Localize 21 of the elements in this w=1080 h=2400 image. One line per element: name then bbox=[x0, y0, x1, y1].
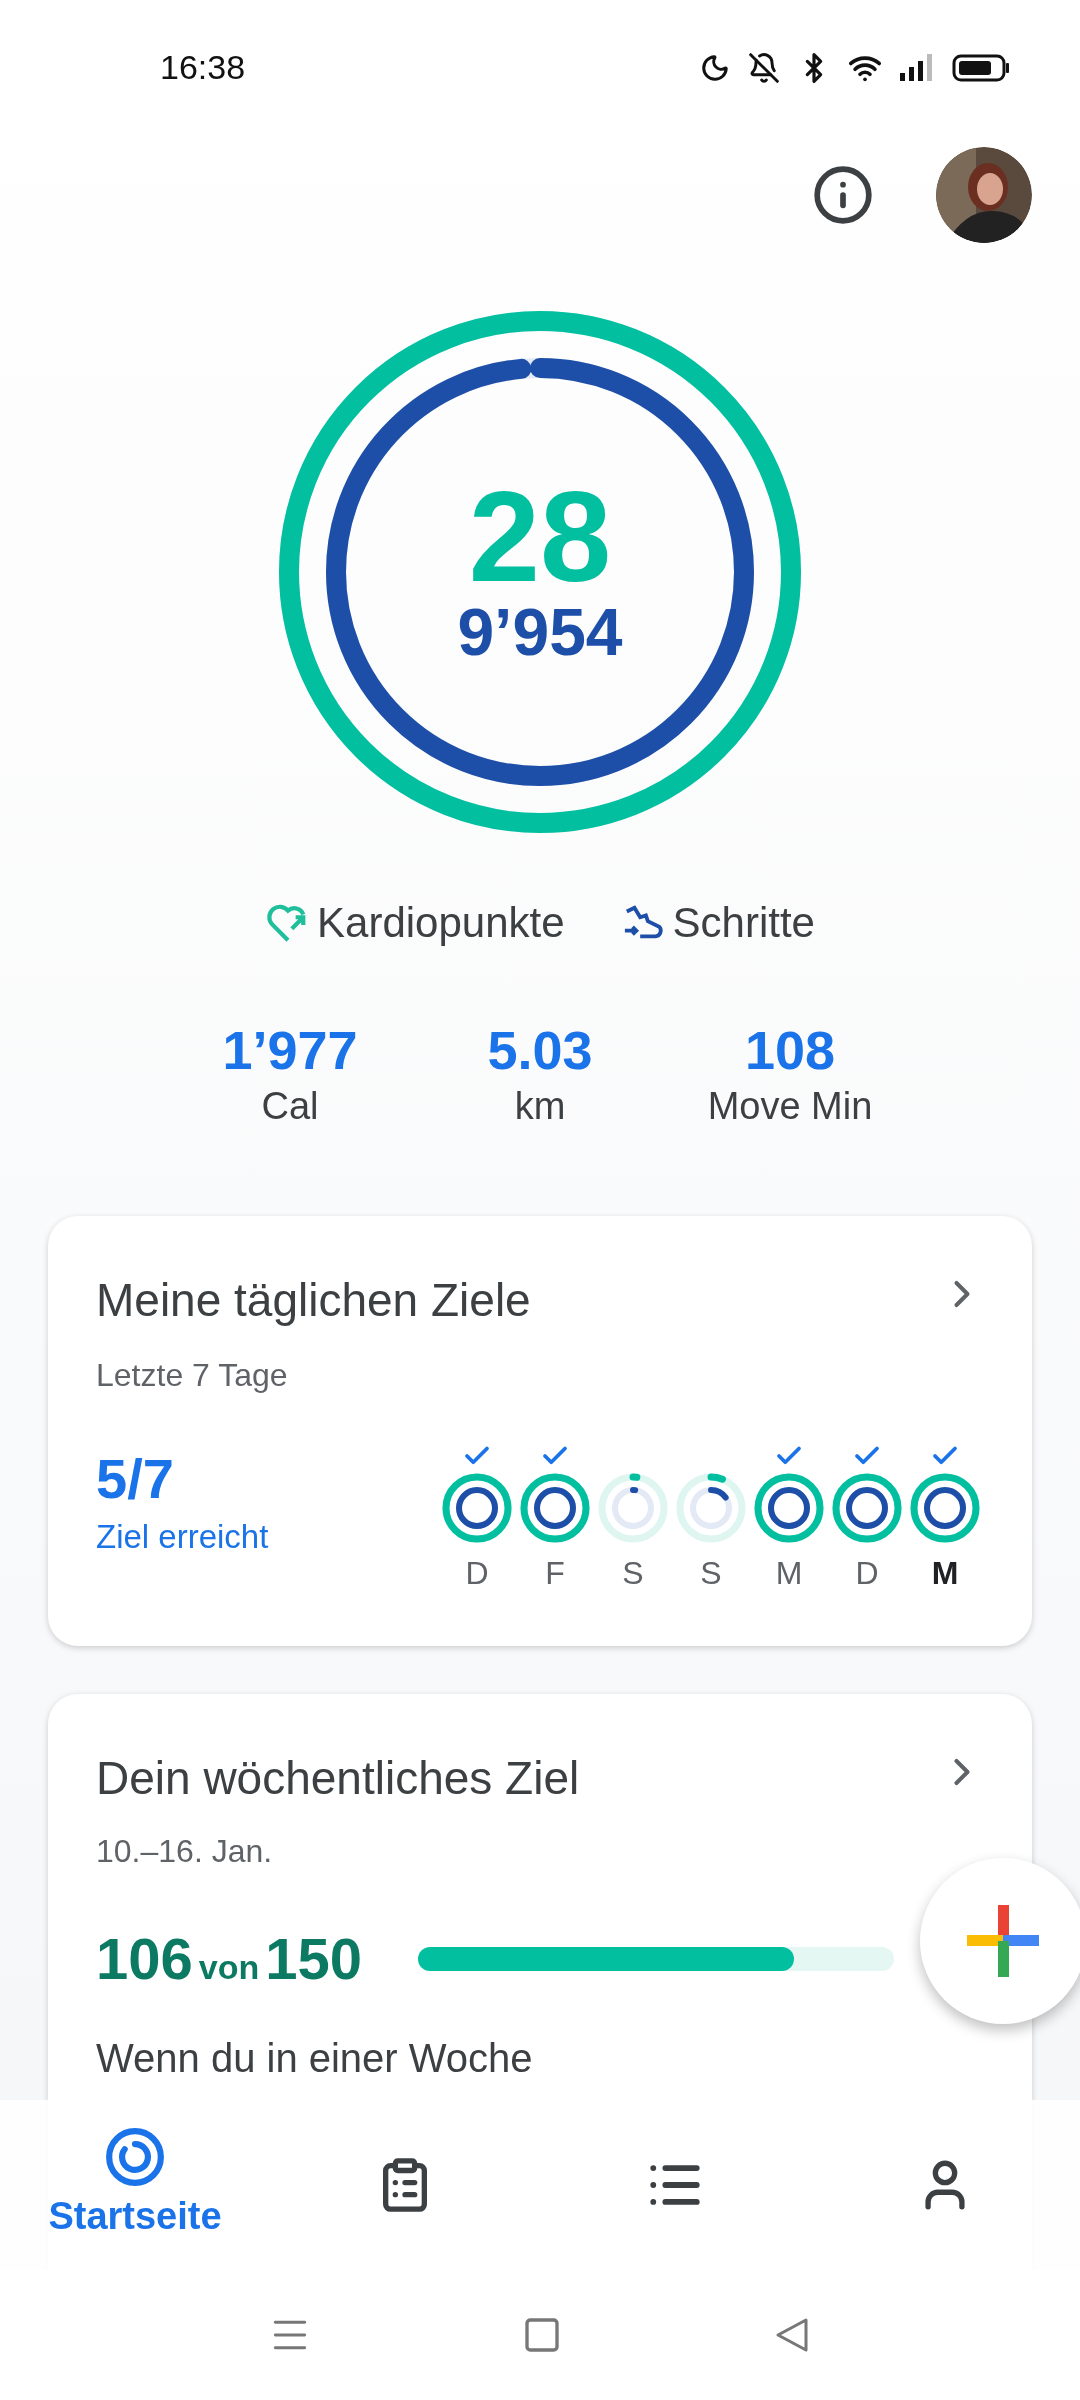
stat-label: km bbox=[514, 1084, 566, 1129]
card-subtitle: 10.–16. Jan. bbox=[96, 1832, 274, 1871]
stat-label: Cal bbox=[261, 1084, 319, 1129]
card-subtitle: Letzte 7 Tage bbox=[96, 1356, 289, 1395]
card-title: Meine täglichen Ziele bbox=[96, 1273, 531, 1328]
weekly-value: 106 bbox=[96, 1925, 193, 1993]
card-title: Dein wöchentliches Ziel bbox=[96, 1751, 580, 1806]
cardio-points-value: 28 bbox=[468, 477, 612, 597]
stat-value: 5.03 bbox=[487, 1019, 593, 1082]
legend-label: Schritte bbox=[672, 898, 815, 948]
weekly-description: Wenn du in einer Woche bbox=[96, 2035, 534, 2082]
legend-label: Kardiopunkte bbox=[317, 898, 565, 948]
steps-value: 9’954 bbox=[457, 597, 623, 667]
goal-count-label: Ziel erreicht bbox=[96, 1516, 269, 1557]
stat-value: 108 bbox=[744, 1019, 836, 1082]
goal-count: 5/7 bbox=[96, 1445, 175, 1512]
weekly-target: 150 bbox=[265, 1925, 362, 1993]
stat-label: Move Min bbox=[707, 1084, 873, 1129]
stat-value: 1’977 bbox=[222, 1019, 358, 1082]
weekly-connector: von bbox=[198, 1947, 260, 1988]
status-time: 16:38 bbox=[160, 47, 246, 88]
